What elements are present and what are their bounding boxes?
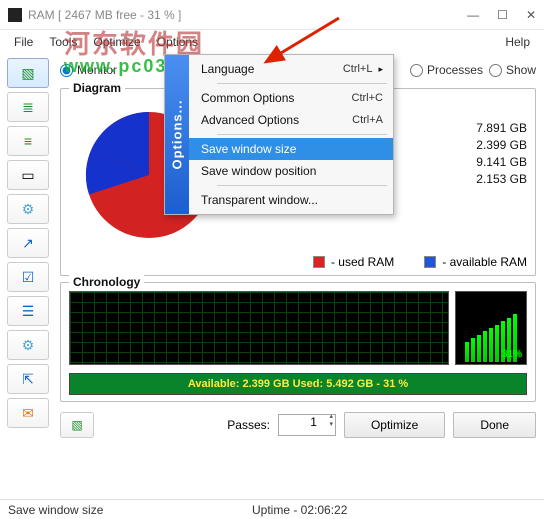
menu-item-label: Transparent window... bbox=[201, 193, 383, 207]
level-percent: 31% bbox=[502, 349, 522, 360]
menu-item-shortcut: Ctrl+L bbox=[343, 63, 373, 75]
window-title: RAM [ 2467 MB free - 31 % ] bbox=[28, 8, 467, 22]
menu-item-language[interactable]: LanguageCtrl+L ▸ bbox=[189, 58, 393, 80]
menu-item-transparent-window-[interactable]: Transparent window... bbox=[189, 189, 393, 211]
swatch-red-icon bbox=[313, 256, 325, 268]
maximize-button[interactable]: ☐ bbox=[497, 8, 508, 22]
dropdown-sidebar: Options... bbox=[165, 55, 189, 214]
sidebar-chip-icon[interactable]: ▭ bbox=[7, 160, 49, 190]
minimize-button[interactable]: — bbox=[467, 8, 479, 22]
window-titlebar: RAM [ 2467 MB free - 31 % ] — ☐ ✕ bbox=[0, 0, 544, 30]
chronology-box: Chronology 31% Available: 2.399 GB Used:… bbox=[60, 282, 536, 402]
passes-spinner[interactable]: 1 bbox=[278, 414, 336, 436]
level-meter: 31% bbox=[455, 291, 527, 365]
menu-item-save-window-size[interactable]: Save window size bbox=[189, 138, 393, 160]
tab-processes-label: Processes bbox=[427, 63, 483, 77]
menu-item-label: Save window size bbox=[201, 142, 383, 156]
ram-value-0: 7.891 GB bbox=[476, 121, 527, 135]
status-hint: Save window size bbox=[8, 503, 103, 517]
bottom-controls: ▧ Passes: 1 Optimize Done bbox=[60, 412, 536, 438]
menu-item-shortcut: Ctrl+C bbox=[352, 92, 383, 104]
sidebar-tasks-icon[interactable]: ☰ bbox=[7, 296, 49, 326]
sidebar-gear-icon[interactable]: ⚙ bbox=[7, 330, 49, 360]
sidebar-shortcut-icon[interactable]: ⇱ bbox=[7, 364, 49, 394]
legend-available-ram: - available RAM bbox=[424, 255, 527, 269]
menu-item-label: Common Options bbox=[201, 91, 352, 105]
passes-label: Passes: bbox=[227, 418, 270, 432]
tab-processes[interactable]: Processes bbox=[410, 63, 483, 77]
optimize-button[interactable]: Optimize bbox=[344, 412, 445, 438]
chronology-legend: Chronology bbox=[69, 275, 144, 289]
menu-item-label: Advanced Options bbox=[201, 113, 352, 127]
menu-help[interactable]: Help bbox=[497, 33, 538, 51]
menu-item-save-window-position[interactable]: Save window position bbox=[189, 160, 393, 182]
swatch-blue-icon bbox=[424, 256, 436, 268]
menu-options[interactable]: Options bbox=[149, 33, 206, 51]
history-graph bbox=[69, 291, 449, 365]
menu-optimize[interactable]: Optimize bbox=[85, 33, 148, 51]
options-dropdown: Options... LanguageCtrl+L ▸ Common Options… bbox=[164, 54, 394, 215]
legend-used-label: - used RAM bbox=[331, 255, 394, 269]
sidebar-external-icon[interactable]: ↗ bbox=[7, 228, 49, 258]
tab-monitor[interactable]: Monitor bbox=[60, 63, 117, 77]
diagram-legend: Diagram bbox=[69, 81, 125, 95]
menu-file[interactable]: File bbox=[6, 33, 41, 51]
sidebar: ▧ ≣ ≡ ▭ ⚙ ↗ ☑ ☰ ⚙ ⇱ ✉ bbox=[0, 54, 56, 499]
status-uptime: Uptime - 02:06:22 bbox=[103, 503, 496, 517]
sidebar-gears-icon[interactable]: ⚙ bbox=[7, 194, 49, 224]
availability-bar: Available: 2.399 GB Used: 5.492 GB - 31 … bbox=[69, 373, 527, 395]
tab-show-label: Show bbox=[506, 63, 536, 77]
sidebar-checklist-icon[interactable]: ☑ bbox=[7, 262, 49, 292]
ram-value-1: 2.399 GB bbox=[476, 138, 527, 152]
legend-avail-label: - available RAM bbox=[442, 255, 527, 269]
sidebar-bars-icon[interactable]: ≡ bbox=[7, 126, 49, 156]
ram-value-3: 2.153 GB bbox=[476, 172, 527, 186]
dropdown-sidebar-label: Options... bbox=[170, 100, 185, 170]
ram-value-2: 9.141 GB bbox=[476, 155, 527, 169]
sidebar-list-icon[interactable]: ≣ bbox=[7, 92, 49, 122]
tab-monitor-label: Monitor bbox=[77, 63, 117, 77]
chart-icon[interactable]: ▧ bbox=[60, 412, 94, 438]
menu-tools[interactable]: Tools bbox=[41, 33, 85, 51]
sidebar-monitor-icon[interactable]: ▧ bbox=[7, 58, 49, 88]
menu-item-common-options[interactable]: Common OptionsCtrl+C bbox=[189, 87, 393, 109]
menu-item-label: Save window position bbox=[201, 164, 383, 178]
close-button[interactable]: ✕ bbox=[526, 8, 536, 22]
submenu-arrow-icon: ▸ bbox=[378, 64, 383, 75]
menubar: File Tools Optimize Options Help bbox=[0, 30, 544, 54]
sidebar-mail-icon[interactable]: ✉ bbox=[7, 398, 49, 428]
legend-used-ram: - used RAM bbox=[313, 255, 394, 269]
done-button[interactable]: Done bbox=[453, 412, 536, 438]
status-bar: Save window size Uptime - 02:06:22 bbox=[0, 499, 544, 519]
app-icon bbox=[8, 8, 22, 22]
tab-show[interactable]: Show bbox=[489, 63, 536, 77]
menu-item-shortcut: Ctrl+A bbox=[352, 114, 383, 126]
menu-item-label: Language bbox=[201, 62, 343, 76]
menu-item-advanced-options[interactable]: Advanced OptionsCtrl+A bbox=[189, 109, 393, 131]
